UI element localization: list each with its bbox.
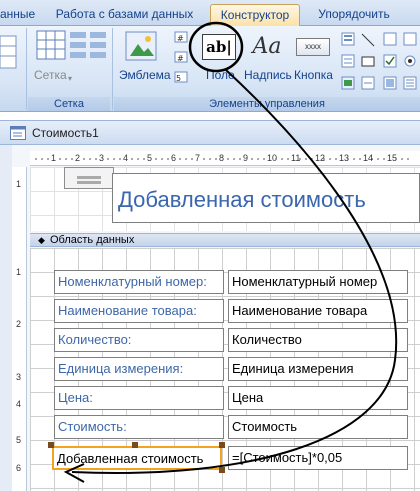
grid-icon[interactable] <box>36 30 66 62</box>
grid-layout-icon[interactable] <box>68 30 108 62</box>
tab-arrange[interactable]: Упорядочить <box>308 4 400 26</box>
hruler-num: 5 <box>147 153 153 163</box>
vruler-num: 6 <box>16 463 22 473</box>
label-product-name[interactable]: Наименование товара: <box>54 299 224 323</box>
section-arrow-icon: ◆ <box>38 235 45 245</box>
vertical-ruler: 1 1 2 3 4 5 6 <box>12 167 27 491</box>
detail-section-bar[interactable]: ◆ Область данных <box>30 233 420 247</box>
field-price[interactable]: Цена <box>228 386 408 410</box>
vruler-num: 3 <box>16 372 22 382</box>
row-selector-margin <box>0 145 12 491</box>
label-price[interactable]: Цена: <box>54 386 224 410</box>
window-title: Стоимость1 <box>32 126 99 140</box>
horizontal-ruler: 1 2 3 4 5 6 7 8 9 10 11 12 13 14 15 <box>30 151 420 166</box>
hruler-num: 11 <box>291 153 301 163</box>
hruler-num: 13 <box>339 153 350 163</box>
partial-group-icon[interactable] <box>0 34 18 74</box>
field-unit[interactable]: Единица измерения <box>228 357 408 381</box>
section-label: Область данных <box>50 234 135 246</box>
field-added-cost-expression[interactable]: =[Стоимость]*0,05 <box>228 446 408 470</box>
hruler-num: 6 <box>171 153 177 163</box>
text-field-icon[interactable]: ab| <box>202 34 236 60</box>
form-title[interactable]: Добавленная стоимость <box>118 187 366 213</box>
svg-text:#: # <box>177 54 184 63</box>
label-item-number[interactable]: Номенклатурный номер: <box>54 270 224 294</box>
grid-dropdown-arrow-icon[interactable]: ▾ <box>68 74 72 83</box>
resize-handle[interactable] <box>219 467 225 473</box>
hruler-num: 4 <box>123 153 129 163</box>
group-separator <box>26 28 27 110</box>
controls-gallery-icon[interactable] <box>340 30 420 94</box>
group-separator <box>112 28 113 110</box>
label-quantity[interactable]: Количество: <box>54 328 224 352</box>
button-control-icon[interactable]: xxxx <box>296 38 330 56</box>
grid-button-label[interactable]: Сетка <box>34 68 67 82</box>
label-control-label[interactable]: Надпись <box>244 68 292 82</box>
hruler-num: 1 <box>51 153 57 163</box>
field-quantity[interactable]: Количество <box>228 328 408 352</box>
button-control-label[interactable]: Кнопка <box>294 68 333 82</box>
emblem-icon[interactable] <box>124 30 158 64</box>
tab-design[interactable]: Конструктор <box>210 4 300 26</box>
vruler-num: 2 <box>16 319 22 329</box>
small-tools-icon[interactable]: # # 5 <box>174 30 188 90</box>
form-icon <box>10 126 26 140</box>
emblem-label[interactable]: Эмблема <box>119 68 171 82</box>
hruler-num: 9 <box>243 153 249 163</box>
hruler-num: 2 <box>75 153 81 163</box>
svg-text:5: 5 <box>176 74 181 83</box>
svg-text:#: # <box>177 34 184 43</box>
resize-handle[interactable] <box>219 442 225 448</box>
ribbon-panel: Сетка ▾ Сетка Эмблема # # 5 ab| Поле Aa … <box>0 26 420 112</box>
hruler-num: 10 <box>267 153 278 163</box>
hruler-num: 8 <box>219 153 225 163</box>
hruler-num: 14 <box>363 153 374 163</box>
tab-database-tools[interactable]: Работа с базами данных <box>52 4 197 26</box>
label-added-cost[interactable]: Добавленная стоимость <box>52 446 222 470</box>
label-control-icon[interactable]: Aa <box>250 34 284 60</box>
vruler-num: 4 <box>16 399 22 409</box>
group-caption-controls: Элементы управления <box>114 97 420 111</box>
hruler-num: 7 <box>195 153 201 163</box>
resize-handle[interactable] <box>132 442 138 448</box>
field-cost[interactable]: Стоимость <box>228 415 408 439</box>
logo-placeholder[interactable] <box>64 167 114 189</box>
label-unit[interactable]: Единица измерения: <box>54 357 224 381</box>
resize-handle[interactable] <box>48 442 54 448</box>
group-caption-grid: Сетка <box>28 97 110 111</box>
hruler-num: 15 <box>387 153 398 163</box>
vruler-num: 1 <box>16 267 22 277</box>
field-label[interactable]: Поле <box>206 68 235 82</box>
field-item-number[interactable]: Номенклатурный номер <box>228 270 408 294</box>
vruler-num: 5 <box>16 435 22 445</box>
ribbon-tab-bar: анные Работа с базами данных Конструктор… <box>0 0 420 26</box>
field-product-name[interactable]: Наименование товара <box>228 299 408 323</box>
window-title-bar: Стоимость1 <box>0 121 420 145</box>
hruler-num: 3 <box>99 153 105 163</box>
hruler-num: 12 <box>315 153 326 163</box>
vruler-num: 1 <box>16 179 22 189</box>
label-cost[interactable]: Стоимость: <box>54 415 224 439</box>
tab-data[interactable]: анные <box>0 4 35 26</box>
